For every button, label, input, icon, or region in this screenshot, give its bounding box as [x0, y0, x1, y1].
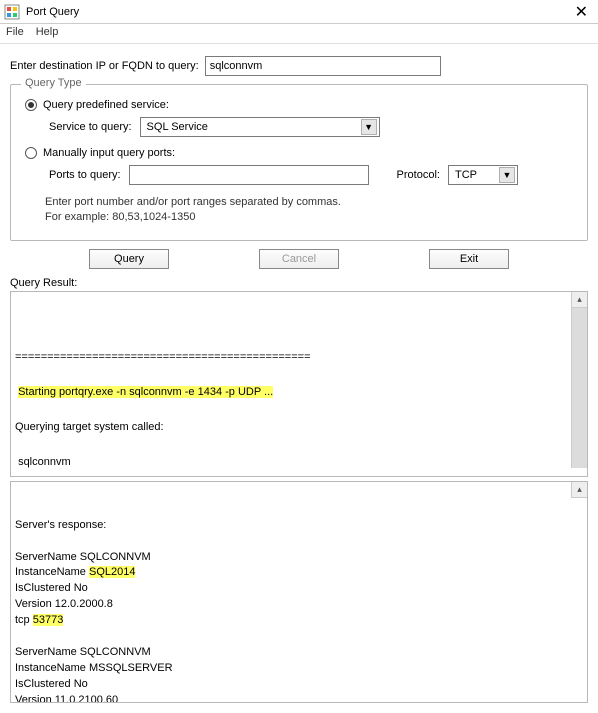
r1-start: Starting portqry.exe -n sqlconnvm -e 143…	[18, 386, 273, 398]
help-line-1: Enter port number and/or port ranges sep…	[45, 195, 573, 210]
r1-l1: Querying target system called:	[15, 421, 164, 433]
service-value: SQL Service	[147, 121, 208, 133]
service-select[interactable]: SQL Service ▼	[140, 117, 380, 137]
ports-input[interactable]	[129, 165, 369, 185]
result-box-2: ▴ Server's response: ServerName SQLCONNV…	[10, 481, 588, 703]
scrollbar-thumb[interactable]	[571, 308, 587, 468]
dest-label: Enter destination IP or FQDN to query:	[10, 60, 199, 72]
scroll-up-icon[interactable]: ▴	[571, 292, 587, 308]
r2-s1d: Version 12.0.2000.8	[15, 598, 113, 610]
r2-s1c: IsClustered No	[15, 582, 88, 594]
query-button[interactable]: Query	[89, 249, 169, 269]
r2-s1b-pre: InstanceName	[15, 566, 89, 578]
menu-help[interactable]: Help	[36, 26, 59, 41]
r2-s1b-hl: SQL2014	[89, 566, 135, 578]
chevron-down-icon: ▼	[499, 167, 515, 183]
r2-s2d: Version 11.0.2100.60	[15, 694, 118, 703]
titlebar: Port Query ✕	[0, 0, 598, 24]
protocol-select[interactable]: TCP ▼	[448, 165, 518, 185]
r1-sep: ========================================…	[15, 351, 311, 363]
result-label: Query Result:	[10, 277, 588, 289]
chevron-down-icon: ▼	[361, 119, 377, 135]
scroll-up-icon[interactable]: ▴	[571, 482, 587, 498]
r2-hdr: Server's response:	[15, 519, 106, 531]
protocol-label: Protocol:	[397, 169, 440, 181]
menubar: File Help	[0, 24, 598, 44]
query-type-fieldset: Query Type Query predefined service: Ser…	[10, 84, 588, 241]
r2-s1a: ServerName SQLCONNVM	[15, 551, 151, 563]
protocol-value: TCP	[455, 169, 477, 181]
radio-manual[interactable]	[25, 147, 37, 159]
exit-button[interactable]: Exit	[429, 249, 509, 269]
query-type-legend: Query Type	[21, 77, 86, 89]
close-button[interactable]: ✕	[569, 2, 594, 22]
r2-s2c: IsClustered No	[15, 678, 88, 690]
r1-l2: sqlconnvm	[15, 456, 71, 468]
app-icon	[4, 4, 20, 20]
cancel-button[interactable]: Cancel	[259, 249, 339, 269]
r2-s2b: InstanceName MSSQLSERVER	[15, 662, 173, 674]
ports-label: Ports to query:	[49, 169, 121, 181]
radio-predefined-label: Query predefined service:	[43, 99, 169, 111]
menu-file[interactable]: File	[6, 26, 24, 41]
window-title: Port Query	[26, 6, 79, 18]
radio-manual-label: Manually input query ports:	[43, 147, 175, 159]
result-box-1: ▴ ======================================…	[10, 291, 588, 477]
service-label: Service to query:	[49, 121, 132, 133]
help-line-2: For example: 80,53,1024-1350	[45, 210, 573, 225]
radio-predefined[interactable]	[25, 99, 37, 111]
r2-s2a: ServerName SQLCONNVM	[15, 646, 151, 658]
dest-input[interactable]	[205, 56, 441, 76]
r2-s1e-hl: 53773	[33, 614, 64, 626]
r2-s1e-pre: tcp	[15, 614, 33, 626]
